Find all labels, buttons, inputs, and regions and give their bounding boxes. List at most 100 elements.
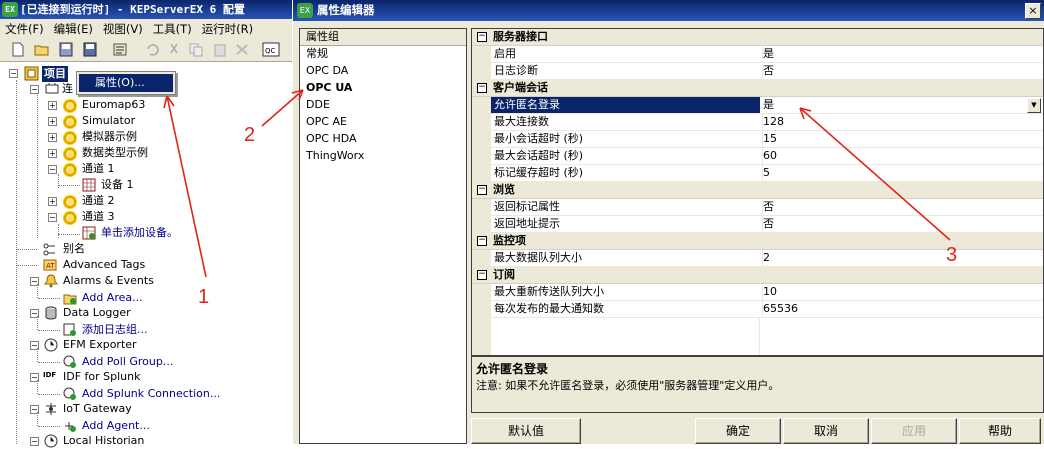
menu-edit[interactable]: 编辑(E) (49, 19, 98, 39)
property-row[interactable]: 返回标记属性否 (472, 199, 1043, 216)
tree-efm-exporter[interactable]: EFM Exporter (63, 337, 137, 353)
tree-device-1[interactable]: 设备 1 (101, 177, 134, 193)
collapse-toggle[interactable]: − (48, 213, 57, 222)
property-row[interactable]: 启用是 (472, 46, 1043, 63)
tree-alarms-events[interactable]: Alarms & Events (63, 273, 154, 289)
tree-add-log-group[interactable]: 添加日志组... (82, 322, 148, 338)
property-value[interactable]: 15 (760, 131, 1043, 147)
group-general[interactable]: 常规 (306, 46, 328, 62)
property-row[interactable]: 日志诊断否 (472, 63, 1043, 80)
tree-channel-2[interactable]: 通道 2 (82, 193, 115, 209)
save-icon[interactable] (58, 42, 74, 57)
property-row[interactable]: 返回地址提示否 (472, 216, 1043, 233)
group-opc-hda[interactable]: OPC HDA (306, 131, 357, 147)
menu-file[interactable]: 文件(F) (0, 19, 49, 39)
expand-toggle[interactable]: + (48, 197, 57, 206)
tree-channel-3[interactable]: 通道 3 (82, 209, 115, 225)
property-row[interactable]: 最大会话超时 (秒) 60 (472, 148, 1043, 165)
property-value[interactable]: 65536 (760, 301, 1043, 317)
tree-channel-datatype-example[interactable]: 数据类型示例 (82, 145, 148, 161)
group-opc-da[interactable]: OPC DA (306, 63, 348, 79)
property-value[interactable]: 否 (760, 216, 1043, 232)
properties-icon[interactable] (112, 42, 128, 57)
tree-advanced-tags[interactable]: Advanced Tags (63, 257, 145, 273)
collapse-toggle[interactable]: − (48, 165, 57, 174)
property-value[interactable]: 60 (760, 148, 1043, 164)
ok-button[interactable]: 确定 (695, 418, 781, 444)
collapse-toggle[interactable]: − (477, 83, 487, 93)
property-value[interactable]: 5 (760, 165, 1043, 181)
help-button[interactable]: 帮助 (959, 418, 1041, 444)
property-row[interactable]: 每次发布的最大通知数 65536 (472, 301, 1043, 318)
context-menu-properties[interactable]: 属性(O)... (79, 74, 173, 92)
tree-root-project[interactable]: 项目 (42, 66, 68, 82)
tree-channel-1[interactable]: 通道 1 (82, 161, 115, 177)
category-header[interactable]: − 客户端会话 (472, 80, 1043, 97)
property-row[interactable]: 最大连接数 128 (472, 114, 1043, 131)
cancel-button[interactable]: 取消 (783, 418, 869, 444)
delete-icon[interactable] (234, 42, 250, 57)
open-folder-icon[interactable] (34, 42, 50, 57)
tree-local-historian[interactable]: Local Historian (63, 433, 144, 449)
tree-channel-euromap63[interactable]: Euromap63 (82, 97, 145, 113)
expand-toggle[interactable]: − (30, 437, 39, 446)
undo-icon[interactable] (144, 42, 160, 57)
expand-toggle[interactable]: + (48, 133, 57, 142)
property-value[interactable]: 128 (760, 114, 1043, 130)
chevron-down-icon[interactable]: ▼ (1027, 98, 1041, 113)
collapse-toggle[interactable]: − (477, 236, 487, 246)
property-row[interactable]: 标记缓存超时 (秒) 5 (472, 165, 1043, 182)
tree-add-device[interactable]: 单击添加设备。 (101, 225, 178, 241)
collapse-toggle[interactable]: − (9, 69, 18, 78)
collapse-toggle[interactable]: − (30, 85, 39, 94)
expand-toggle[interactable]: + (48, 117, 57, 126)
category-header[interactable]: − 浏览 (472, 182, 1043, 199)
group-dde[interactable]: DDE (306, 97, 330, 113)
save-as-icon[interactable] (82, 42, 98, 57)
property-row[interactable]: 最小会话超时 (秒) 15 (472, 131, 1043, 148)
close-icon[interactable]: × (1025, 3, 1041, 19)
category-header[interactable]: − 监控项 (472, 233, 1043, 250)
tree-iot-gateway[interactable]: IoT Gateway (63, 401, 132, 417)
property-value-dropdown[interactable]: 是 ▼ (760, 97, 1043, 113)
collapse-toggle[interactable]: − (477, 270, 487, 280)
cut-icon[interactable] (166, 42, 182, 57)
property-value[interactable]: 是 (760, 46, 1043, 62)
property-value[interactable]: 否 (760, 63, 1043, 79)
property-row[interactable]: 最大重新传送队列大小 10 (472, 284, 1043, 301)
defaults-button[interactable]: 默认值 (471, 418, 581, 444)
tree-add-splunk[interactable]: Add Splunk Connection... (82, 386, 220, 402)
tree-channel-simulator-example[interactable]: 模拟器示例 (82, 129, 137, 145)
property-row[interactable]: 允许匿名登录是 ▼ (472, 97, 1043, 114)
tree-channel-simulator[interactable]: Simulator (82, 113, 135, 129)
collapse-toggle[interactable]: − (477, 185, 487, 195)
property-value[interactable]: 否 (760, 199, 1043, 215)
collapse-toggle[interactable]: − (477, 32, 487, 42)
apply-button[interactable]: 应用 (871, 418, 957, 444)
group-opc-ua[interactable]: OPC UA (306, 80, 352, 96)
expand-toggle[interactable]: + (48, 149, 57, 158)
group-opc-ae[interactable]: OPC AE (306, 114, 347, 130)
tree-data-logger[interactable]: Data Logger (63, 305, 131, 321)
tree-add-poll-group[interactable]: Add Poll Group... (82, 354, 173, 370)
tree-add-area[interactable]: Add Area... (82, 290, 143, 306)
tree-add-agent[interactable]: Add Agent... (82, 418, 150, 434)
menu-tools[interactable]: 工具(T) (148, 19, 197, 39)
group-thingworx[interactable]: ThingWorx (306, 148, 364, 164)
expand-toggle[interactable]: + (48, 101, 57, 110)
property-value[interactable]: 2 (760, 250, 1043, 266)
tree-idf-splunk[interactable]: IDF for Splunk (63, 369, 141, 385)
property-value[interactable]: 10 (760, 284, 1043, 300)
new-file-icon[interactable] (10, 42, 26, 57)
tree-connectivity[interactable]: 连 (62, 81, 73, 97)
property-row[interactable]: 最大数据队列大小 2 (472, 250, 1043, 267)
menu-runtime[interactable]: 运行时(R) (197, 19, 258, 39)
tree-aliases[interactable]: 别名 (63, 241, 85, 257)
category-header[interactable]: − 订阅 (472, 267, 1043, 284)
tree-line (17, 249, 37, 250)
quick-client-icon[interactable]: QC (262, 42, 280, 57)
menu-view[interactable]: 视图(V) (98, 19, 148, 39)
category-header[interactable]: − 服务器接口 (472, 29, 1043, 46)
paste-icon[interactable] (212, 42, 228, 57)
copy-icon[interactable] (188, 42, 204, 57)
